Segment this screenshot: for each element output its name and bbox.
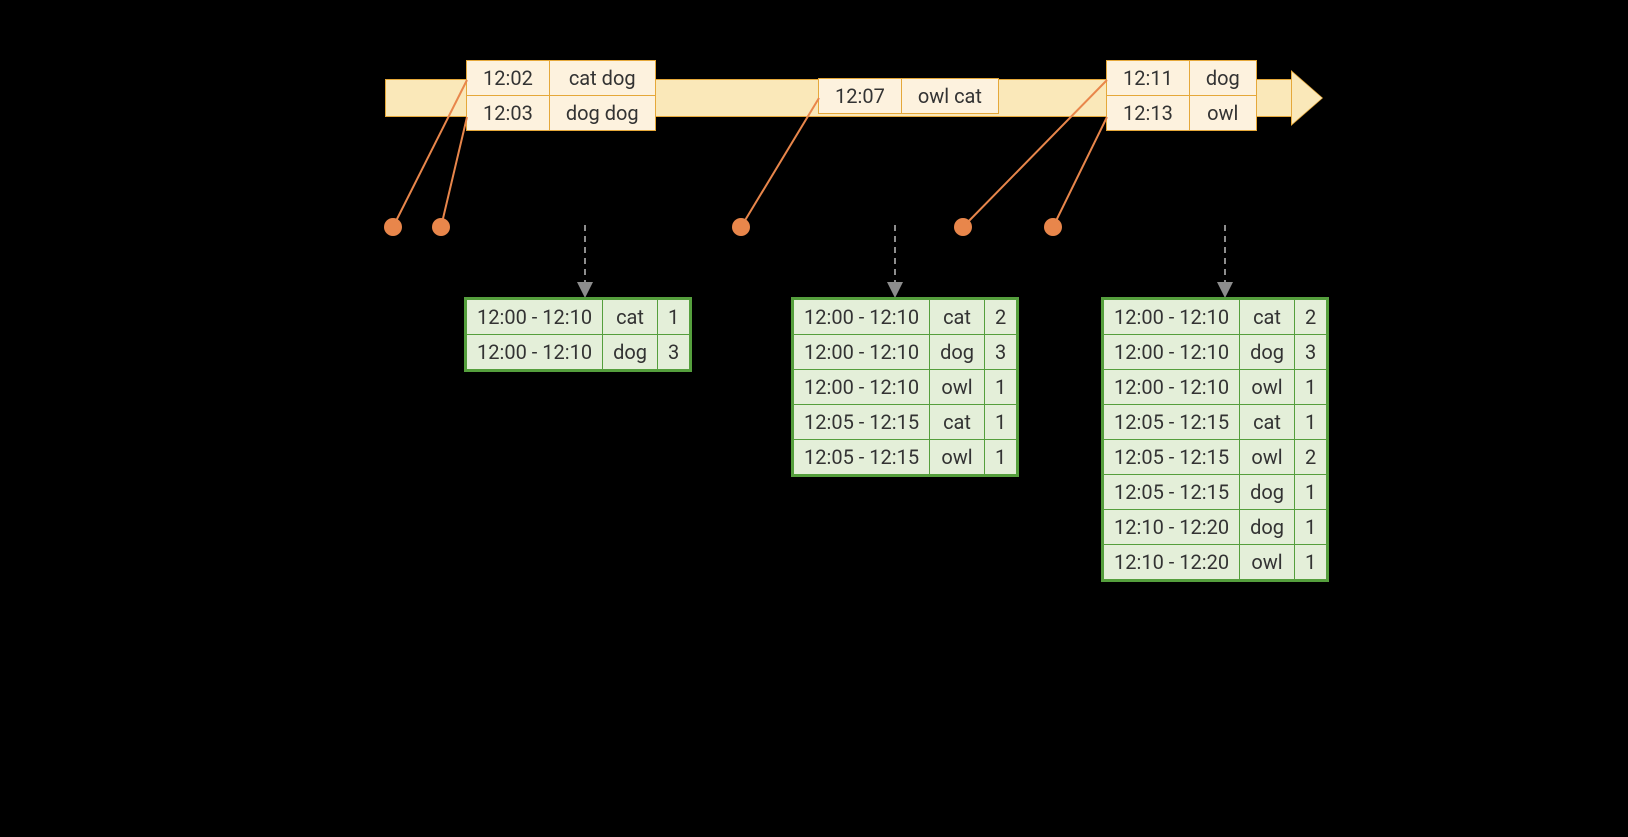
event-words: owl xyxy=(1189,96,1256,131)
event-words: cat dog xyxy=(549,61,655,96)
result-table-1: 12:00 - 12:10 cat 1 12:00 - 12:10 dog 3 xyxy=(466,299,690,370)
word-cell: owl xyxy=(930,440,985,475)
event-time: 12:02 xyxy=(467,61,550,96)
window-cell: 12:05 - 12:15 xyxy=(794,405,930,440)
table-row: 12:13 owl xyxy=(1107,96,1257,131)
table-row: 12:00 - 12:10 dog 3 xyxy=(467,335,690,370)
window-cell: 12:05 - 12:15 xyxy=(1104,475,1240,510)
window-cell: 12:10 - 12:20 xyxy=(1104,510,1240,545)
event-time: 12:13 xyxy=(1107,96,1190,131)
table-row: 12:05 - 12:15 cat 1 xyxy=(1104,405,1327,440)
table-row: 12:10 - 12:20 owl 1 xyxy=(1104,545,1327,580)
count-cell: 2 xyxy=(1294,300,1326,335)
word-cell: cat xyxy=(1240,300,1295,335)
count-cell: 1 xyxy=(1294,510,1326,545)
count-cell: 1 xyxy=(1294,545,1326,580)
connector-dot xyxy=(732,218,750,236)
window-cell: 12:05 - 12:15 xyxy=(1104,405,1240,440)
window-cell: 12:00 - 12:10 xyxy=(467,335,603,370)
connector-dot xyxy=(1044,218,1062,236)
word-cell: owl xyxy=(1240,440,1295,475)
window-cell: 12:00 - 12:10 xyxy=(1104,335,1240,370)
count-cell: 1 xyxy=(1294,475,1326,510)
event-words: dog dog xyxy=(549,96,655,131)
window-cell: 12:00 - 12:10 xyxy=(1104,300,1240,335)
table-row: 12:10 - 12:20 dog 1 xyxy=(1104,510,1327,545)
count-cell: 1 xyxy=(1294,405,1326,440)
word-cell: cat xyxy=(930,300,985,335)
table-row: 12:00 - 12:10 owl 1 xyxy=(794,370,1017,405)
connector-dot xyxy=(432,218,450,236)
count-cell: 2 xyxy=(984,300,1016,335)
window-cell: 12:00 - 12:10 xyxy=(794,370,930,405)
event-table-3: 12:11 dog 12:13 owl xyxy=(1106,60,1257,131)
window-cell: 12:00 - 12:10 xyxy=(794,300,930,335)
window-cell: 12:00 - 12:10 xyxy=(1104,370,1240,405)
result-table-3: 12:00 - 12:10 cat 2 12:00 - 12:10 dog 3 … xyxy=(1103,299,1327,580)
word-cell: cat xyxy=(603,300,658,335)
result-table-2: 12:00 - 12:10 cat 2 12:00 - 12:10 dog 3 … xyxy=(793,299,1017,475)
event-time: 12:03 xyxy=(467,96,550,131)
count-cell: 1 xyxy=(1294,370,1326,405)
timeline-arrow-head xyxy=(1292,70,1320,126)
table-row: 12:07 owl cat xyxy=(819,79,999,114)
event-table-1: 12:02 cat dog 12:03 dog dog xyxy=(466,60,656,131)
event-time: 12:11 xyxy=(1107,61,1190,96)
word-cell: cat xyxy=(1240,405,1295,440)
count-cell: 3 xyxy=(657,335,689,370)
word-cell: owl xyxy=(1240,370,1295,405)
word-cell: dog xyxy=(1240,510,1295,545)
word-cell: dog xyxy=(930,335,985,370)
window-cell: 12:10 - 12:20 xyxy=(1104,545,1240,580)
count-cell: 3 xyxy=(1294,335,1326,370)
table-row: 12:00 - 12:10 cat 1 xyxy=(467,300,690,335)
dashed-arrow-icon xyxy=(577,225,593,298)
event-table-2: 12:07 owl cat xyxy=(818,78,999,114)
word-cell: dog xyxy=(603,335,658,370)
connector-dot xyxy=(954,218,972,236)
word-cell: cat xyxy=(930,405,985,440)
table-row: 12:00 - 12:10 owl 1 xyxy=(1104,370,1327,405)
table-row: 12:00 - 12:10 cat 2 xyxy=(1104,300,1327,335)
table-row: 12:05 - 12:15 owl 2 xyxy=(1104,440,1327,475)
count-cell: 2 xyxy=(1294,440,1326,475)
word-cell: owl xyxy=(1240,545,1295,580)
connector-dot xyxy=(384,218,402,236)
word-cell: owl xyxy=(930,370,985,405)
count-cell: 3 xyxy=(984,335,1016,370)
event-words: dog xyxy=(1189,61,1256,96)
window-cell: 12:05 - 12:15 xyxy=(794,440,930,475)
diagram: 12:02 cat dog 12:03 dog dog 12:07 owl ca… xyxy=(0,0,1628,837)
table-row: 12:00 - 12:10 dog 3 xyxy=(1104,335,1327,370)
count-cell: 1 xyxy=(984,405,1016,440)
table-row: 12:03 dog dog xyxy=(467,96,656,131)
word-cell: dog xyxy=(1240,475,1295,510)
count-cell: 1 xyxy=(984,370,1016,405)
dashed-arrow-icon xyxy=(1217,225,1233,298)
table-row: 12:05 - 12:15 cat 1 xyxy=(794,405,1017,440)
table-row: 12:05 - 12:15 owl 1 xyxy=(794,440,1017,475)
dashed-arrow-icon xyxy=(887,225,903,298)
table-row: 12:02 cat dog xyxy=(467,61,656,96)
window-cell: 12:00 - 12:10 xyxy=(467,300,603,335)
count-cell: 1 xyxy=(984,440,1016,475)
window-cell: 12:00 - 12:10 xyxy=(794,335,930,370)
event-time: 12:07 xyxy=(819,79,902,114)
word-cell: dog xyxy=(1240,335,1295,370)
table-row: 12:11 dog xyxy=(1107,61,1257,96)
table-row: 12:05 - 12:15 dog 1 xyxy=(1104,475,1327,510)
event-words: owl cat xyxy=(901,79,998,114)
table-row: 12:00 - 12:10 cat 2 xyxy=(794,300,1017,335)
count-cell: 1 xyxy=(657,300,689,335)
window-cell: 12:05 - 12:15 xyxy=(1104,440,1240,475)
table-row: 12:00 - 12:10 dog 3 xyxy=(794,335,1017,370)
